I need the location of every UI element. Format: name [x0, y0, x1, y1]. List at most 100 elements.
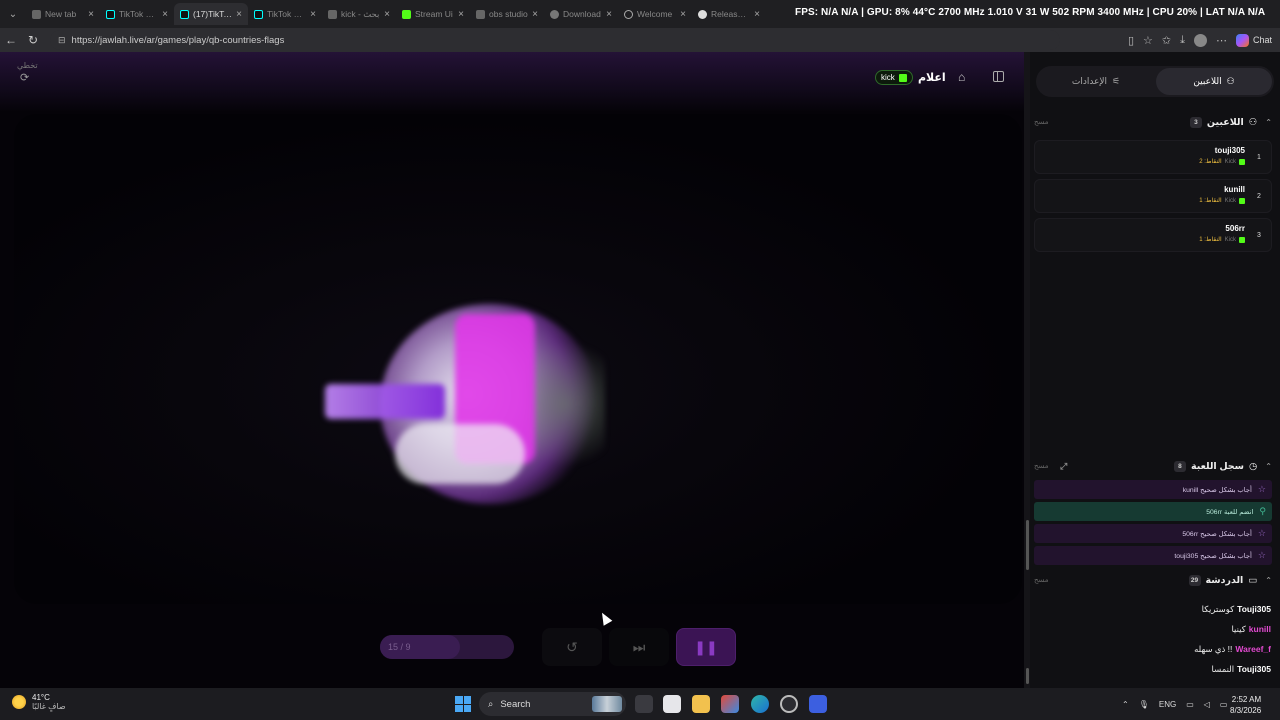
player-meta: النقاط: 2 Kick: [1199, 158, 1245, 165]
player-row[interactable]: 506rr النقاط: 1 Kick 3: [1034, 218, 1272, 252]
reset-button[interactable]: ↺: [542, 628, 602, 666]
browser-tab[interactable]: kick - بحث ×: [322, 3, 396, 25]
tab-search-icon[interactable]: ⌄: [0, 0, 26, 28]
weather-sun-icon: [12, 695, 26, 709]
back-icon[interactable]: ←: [0, 29, 22, 51]
browser-tab[interactable]: TikTok LIVE×: [248, 3, 322, 25]
scrollbar-thumb[interactable]: [1026, 520, 1029, 570]
browser-tab[interactable]: Welcome ×: [618, 3, 692, 25]
browser-tab[interactable]: Stream Ui ×: [396, 3, 470, 25]
clock-icon: ◷: [1249, 460, 1258, 472]
new-tab-icon: [32, 9, 41, 19]
close-icon[interactable]: ×: [532, 9, 538, 20]
reading-view-icon[interactable]: ▯: [1128, 34, 1134, 47]
github-icon: [698, 9, 707, 19]
chat-message-text: النمسا: [1211, 664, 1235, 674]
edge-browser-icon[interactable]: [751, 695, 769, 713]
weather-widget[interactable]: 41°C صافٍ غالبًا: [12, 693, 66, 711]
more-menu-icon[interactable]: ⋯: [1216, 34, 1227, 47]
url-text: https://jawlah.live/ar/games/play/qb-cou…: [71, 34, 285, 46]
close-icon[interactable]: ×: [754, 9, 760, 20]
search-icon: ⌕: [488, 698, 494, 710]
performance-overlay: FPS: N/A N/A | GPU: 8% 44°C 2700 MHz 1.0…: [795, 7, 1266, 18]
scrollbar-thumb-lower[interactable]: [1026, 668, 1029, 684]
players-section-header[interactable]: مسح 3 اللاعبين ⚇ ⌃: [1034, 113, 1272, 131]
blurred-flag-image: [325, 274, 625, 504]
windows-taskbar: 41°C صافٍ غالبًا ⌕ Search ⌃ 🎙︎ ENG ▭ ◁ ▭…: [0, 688, 1280, 720]
profile-avatar[interactable]: [1193, 33, 1207, 47]
system-tray: ⌃ 🎙︎ ENG ▭ ◁ ▭: [1122, 688, 1227, 720]
player-row[interactable]: touji305 النقاط: 2 Kick 1: [1034, 140, 1272, 174]
close-icon[interactable]: ×: [162, 9, 168, 20]
taskbar-search[interactable]: ⌕ Search: [479, 692, 626, 716]
log-text: 506rr أجاب بشكل صحيح: [1182, 530, 1252, 538]
log-item: 506rr أجاب بشكل صحيح ☆: [1034, 524, 1272, 543]
tab-settings[interactable]: الإعدادات ⚟: [1038, 68, 1154, 95]
taskbar-clock[interactable]: 2:52 AM 8/3/2026: [1230, 694, 1261, 716]
chat-message: كوستريكا Touji305: [1202, 604, 1271, 615]
chevron-up-icon[interactable]: ⌃: [1265, 118, 1272, 127]
temperature: 41°C: [32, 693, 50, 702]
game-header: تخطي ⟳ kick اعلام ⌂: [0, 52, 1024, 112]
volume-icon[interactable]: ◁: [1204, 700, 1210, 709]
close-icon[interactable]: ×: [384, 9, 390, 20]
skip-refresh-icon[interactable]: ⟳: [20, 71, 29, 84]
browser-tab[interactable]: Download ×: [544, 3, 618, 25]
close-icon[interactable]: ×: [310, 9, 316, 20]
close-icon[interactable]: ×: [88, 9, 94, 20]
close-icon[interactable]: ×: [458, 9, 464, 20]
expand-icon[interactable]: ⤢: [1060, 461, 1067, 472]
log-section-header[interactable]: مسح ⤢ 8 سجل اللعبة ◷ ⌃: [1034, 457, 1272, 475]
player-rank: 1: [1257, 153, 1261, 161]
close-icon[interactable]: ×: [680, 9, 686, 20]
tab-players[interactable]: اللاعبين ⚇: [1156, 68, 1272, 95]
kick-icon: [898, 73, 907, 82]
chat-username: Touji305: [1237, 604, 1271, 614]
close-icon[interactable]: ×: [606, 9, 612, 20]
task-view-icon[interactable]: [635, 695, 653, 713]
reload-icon[interactable]: ↻: [22, 29, 44, 51]
log-clear-button[interactable]: مسح: [1034, 462, 1049, 470]
chevron-up-icon[interactable]: ⌃: [1122, 700, 1129, 709]
favorite-star-icon[interactable]: ☆: [1143, 34, 1153, 47]
favorites-icon[interactable]: ✩: [1162, 34, 1171, 47]
chat-username: Wareef_f: [1235, 644, 1271, 654]
tab-players-label: اللاعبين: [1193, 76, 1222, 86]
chat-clear-button[interactable]: مسح: [1034, 576, 1049, 584]
player-row[interactable]: kunill النقاط: 1 Kick 2: [1034, 179, 1272, 213]
language-indicator[interactable]: ENG: [1159, 700, 1176, 709]
next-button[interactable]: ⏭: [609, 628, 669, 666]
app-icon[interactable]: [809, 695, 827, 713]
obs-icon[interactable]: [780, 695, 798, 713]
player-platform: Kick: [1224, 197, 1236, 204]
browser-tab[interactable]: TikTok LIVE×: [100, 3, 174, 25]
close-icon[interactable]: ×: [236, 9, 242, 20]
store-icon[interactable]: [663, 695, 681, 713]
player-points: النقاط: 2: [1199, 159, 1222, 165]
browser-tab[interactable]: (17)TikTok ×: [174, 3, 248, 25]
players-clear-button[interactable]: مسح: [1034, 118, 1049, 126]
home-icon[interactable]: ⌂: [958, 70, 965, 84]
network-icon[interactable]: ▭: [1186, 700, 1194, 709]
player-meta: النقاط: 1 Kick: [1199, 236, 1245, 243]
microphone-icon[interactable]: 🎙︎: [1139, 700, 1149, 709]
browser-tab[interactable]: New tab ×: [26, 3, 100, 25]
url-field[interactable]: ⊟ https://jawlah.live/ar/games/play/qb-c…: [50, 30, 1060, 50]
lock-icon: ⊟: [58, 34, 66, 45]
office-app-icon[interactable]: [721, 695, 739, 713]
file-explorer-icon[interactable]: [692, 695, 710, 713]
browser-tab[interactable]: obs studio ×: [470, 3, 544, 25]
copilot-chat-button[interactable]: Chat: [1235, 33, 1272, 47]
star-icon: ☆: [1257, 550, 1266, 560]
browser-tab[interactable]: Release O ×: [692, 3, 766, 25]
player-rank: 2: [1257, 192, 1261, 200]
pause-button[interactable]: ❚❚: [676, 628, 736, 666]
collapse-sidebar-icon[interactable]: [993, 71, 1004, 82]
chevron-up-icon[interactable]: ⌃: [1265, 462, 1272, 471]
downloads-icon[interactable]: ⤓: [1180, 34, 1185, 47]
battery-icon[interactable]: ▭: [1220, 700, 1228, 709]
chat-section-header[interactable]: مسح 29 الدردشة ▭ ⌃: [1034, 571, 1272, 589]
sidebar-tabs: الإعدادات ⚟ اللاعبين ⚇: [1036, 66, 1274, 97]
windows-start-icon[interactable]: [455, 696, 471, 712]
chevron-up-icon[interactable]: ⌃: [1265, 576, 1272, 585]
